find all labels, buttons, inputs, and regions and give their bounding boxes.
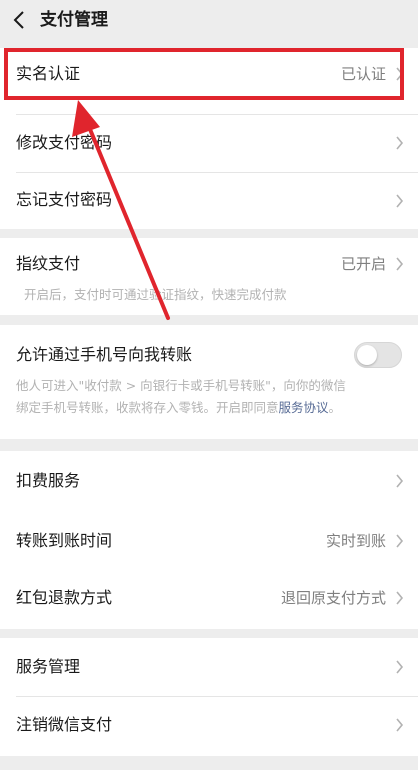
fingerprint-label: 指纹支付: [16, 254, 81, 273]
back-arrow-icon[interactable]: [12, 9, 26, 31]
change-password-label: 修改支付密码: [16, 133, 113, 152]
phone-transfer-row: 允许通过手机号向我转账: [0, 325, 418, 375]
chevron-right-icon: [396, 660, 404, 674]
chevron-right-icon: [396, 136, 404, 150]
change-password-row[interactable]: 修改支付密码: [0, 115, 418, 172]
phone-transfer-label: 允许通过手机号向我转账: [16, 345, 193, 364]
highlight-box: [4, 48, 404, 100]
phone-transfer-desc-suffix: 。: [328, 400, 342, 415]
refund-method-label: 红包退款方式: [16, 588, 113, 607]
phone-transfer-desc-prefix: 绑定手机号转账，收款将存入零钱。开启即同意: [16, 400, 279, 415]
chevron-right-icon: [396, 257, 404, 271]
phone-transfer-desc-line2: 绑定手机号转账，收款将存入零钱。开启即同意服务协议。: [16, 397, 402, 419]
chevron-right-icon: [396, 194, 404, 208]
transfer-time-row[interactable]: 转账到账时间 实时到账: [0, 511, 418, 569]
phone-transfer-toggle[interactable]: [354, 342, 402, 368]
toggle-knob: [357, 345, 377, 365]
services-group: 扣费服务 转账到账时间 实时到账 红包退款方式 退回原支付方式: [0, 451, 418, 629]
fingerprint-value: 已开启: [340, 255, 386, 273]
watermark-brand: Bai: [296, 718, 338, 744]
chevron-right-icon: [396, 474, 404, 488]
transfer-time-value: 实时到账: [325, 532, 386, 550]
watermark-suffix: 经验: [364, 727, 398, 747]
service-agreement-link[interactable]: 服务协议: [279, 400, 329, 415]
phone-transfer-desc-line1: 他人可进入"收付款 > 向银行卡或手机号转账"，向你的微信: [16, 378, 346, 393]
forgot-password-label: 忘记支付密码: [16, 190, 113, 209]
nav-header: 支付管理: [0, 0, 418, 40]
chevron-right-icon: [396, 591, 404, 605]
transfer-time-label: 转账到账时间: [16, 531, 113, 550]
cancel-wechat-pay-label: 注销微信支付: [16, 715, 113, 734]
phone-transfer-group: 允许通过手机号向我转账 他人可进入"收付款 > 向银行卡或手机号转账"，向你的微…: [0, 325, 418, 439]
forgot-password-row[interactable]: 忘记支付密码: [0, 173, 418, 229]
refund-method-value: 退回原支付方式: [280, 589, 386, 607]
chevron-right-icon: [396, 534, 404, 548]
fingerprint-row[interactable]: 指纹支付 已开启: [0, 238, 418, 286]
page-title: 支付管理: [40, 10, 108, 30]
refund-method-row[interactable]: 红包退款方式 退回原支付方式: [0, 569, 418, 629]
fingerprint-group: 指纹支付 已开启 开启后，支付时可通过验证指纹，快速完成付款: [0, 238, 418, 315]
deduction-service-label: 扣费服务: [16, 471, 81, 490]
phone-transfer-description: 他人可进入"收付款 > 向银行卡或手机号转账"，向你的微信 绑定手机号转账，收款…: [16, 375, 402, 419]
service-manage-label: 服务管理: [16, 657, 81, 676]
fingerprint-description: 开启后，支付时可通过验证指纹，快速完成付款: [24, 287, 287, 302]
baidu-jingyan-watermark: Bai 经验 jingyan.baidu.com: [296, 712, 406, 758]
deduction-service-row[interactable]: 扣费服务: [0, 451, 418, 511]
service-manage-row[interactable]: 服务管理: [0, 638, 418, 696]
watermark-domain: jingyan.baidu.com: [302, 746, 386, 756]
